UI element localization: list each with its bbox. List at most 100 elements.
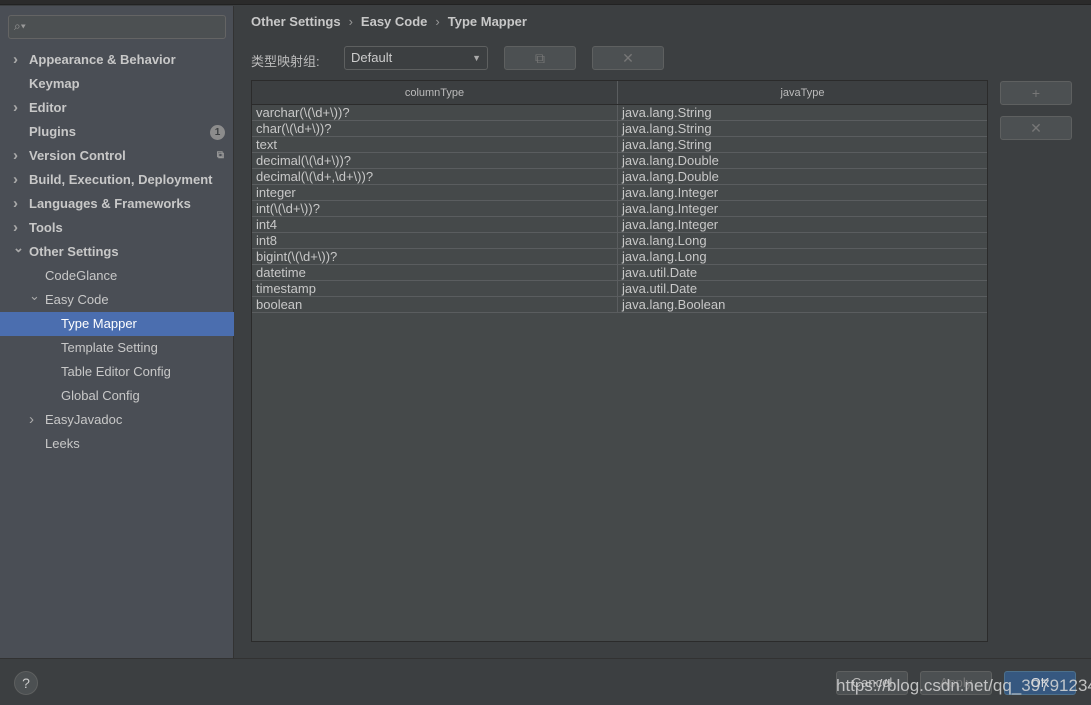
chevron-right-icon[interactable]: › — [13, 96, 18, 120]
java-type-cell[interactable]: java.lang.Double — [618, 153, 987, 168]
chevron-down-icon[interactable]: ⌄ — [29, 284, 40, 308]
copy-icon: ⧉ — [535, 50, 545, 66]
column-type-cell[interactable]: datetime — [252, 265, 618, 280]
remove-row-button[interactable]: ✕ — [1000, 116, 1072, 140]
sidebar-item[interactable]: Leeks — [0, 432, 234, 456]
column-type-cell[interactable]: integer — [252, 185, 618, 200]
table-row[interactable]: text java.lang.String — [252, 137, 987, 153]
breadcrumb-item[interactable]: Other Settings — [251, 14, 341, 29]
sidebar-item-label: Editor — [29, 100, 67, 115]
plus-icon: + — [1031, 85, 1041, 101]
java-type-cell[interactable]: java.util.Date — [618, 281, 987, 296]
sidebar-item[interactable]: › Version Control ⧉ — [0, 144, 234, 168]
java-type-cell[interactable]: java.lang.String — [618, 137, 987, 152]
column-type-cell[interactable]: int(\(\d+\))? — [252, 201, 618, 216]
table-row[interactable]: timestamp java.util.Date — [252, 281, 987, 297]
chevron-down-icon[interactable]: ⌄ — [13, 236, 24, 260]
sidebar-item-label: Appearance & Behavior — [29, 52, 176, 67]
sidebar-item-label: Other Settings — [29, 244, 119, 259]
sidebar-item[interactable]: Keymap — [0, 72, 234, 96]
column-header[interactable]: columnType — [252, 81, 618, 104]
sidebar-item[interactable]: › Build, Execution, Deployment — [0, 168, 234, 192]
table-row[interactable]: int4 java.lang.Integer — [252, 217, 987, 233]
sidebar-item-label: Version Control — [29, 148, 126, 163]
breadcrumb-item[interactable]: Easy Code — [361, 14, 427, 29]
help-button[interactable]: ? — [14, 671, 38, 695]
java-type-cell[interactable]: java.lang.String — [618, 121, 987, 136]
table-row[interactable]: int(\(\d+\))? java.lang.Integer — [252, 201, 987, 217]
java-type-cell[interactable]: java.lang.Double — [618, 169, 987, 184]
sidebar-item-label: Type Mapper — [61, 316, 137, 331]
group-label: 类型映射组: — [251, 54, 320, 69]
update-badge: 1 — [210, 125, 225, 140]
table-row[interactable]: varchar(\(\d+\))? java.lang.String — [252, 105, 987, 121]
sidebar-item[interactable]: ⌄ Easy Code — [0, 288, 234, 312]
column-type-cell[interactable]: text — [252, 137, 618, 152]
chevron-right-icon[interactable]: › — [29, 408, 34, 432]
table-row[interactable]: datetime java.util.Date — [252, 265, 987, 281]
sidebar-item[interactable]: Type Mapper — [0, 312, 234, 336]
close-icon: ✕ — [622, 50, 634, 66]
column-header[interactable]: javaType — [618, 81, 987, 104]
table-row[interactable]: int8 java.lang.Long — [252, 233, 987, 249]
sidebar-item[interactable]: › Languages & Frameworks — [0, 192, 234, 216]
sidebar-item[interactable]: › EasyJavadoc — [0, 408, 234, 432]
java-type-cell[interactable]: java.lang.Integer — [618, 217, 987, 232]
dropdown-arrow-icon: ▼ — [472, 53, 481, 63]
delete-group-button[interactable]: ✕ — [592, 46, 664, 70]
java-type-cell[interactable]: java.lang.String — [618, 105, 987, 120]
sidebar-item-label: Table Editor Config — [61, 364, 171, 379]
table-row[interactable]: bigint(\(\d+\))? java.lang.Long — [252, 249, 987, 265]
sidebar-item[interactable]: Table Editor Config — [0, 360, 234, 384]
chevron-right-icon[interactable]: › — [13, 144, 18, 168]
search-input[interactable]: ⌕▾ — [8, 15, 226, 39]
java-type-cell[interactable]: java.lang.Long — [618, 249, 987, 264]
chevron-right-icon[interactable]: › — [13, 168, 18, 192]
copy-group-button[interactable]: ⧉ — [504, 46, 576, 70]
group-select[interactable]: Default ▼ — [344, 46, 488, 70]
breadcrumb: Other Settings › Easy Code › Type Mapper — [251, 14, 527, 29]
chevron-right-icon: › — [435, 14, 440, 29]
sidebar-item[interactable]: ⌄ Other Settings — [0, 240, 234, 264]
chevron-right-icon[interactable]: › — [13, 48, 18, 72]
sidebar-item[interactable]: Plugins 1 — [0, 120, 234, 144]
copy-icon: ⧉ — [216, 150, 224, 161]
sidebar-item-label: Keymap — [29, 76, 80, 91]
java-type-cell[interactable]: java.lang.Boolean — [618, 297, 987, 312]
sidebar-item[interactable]: › Appearance & Behavior — [0, 48, 234, 72]
sidebar-item[interactable]: Global Config — [0, 384, 234, 408]
column-type-cell[interactable]: int4 — [252, 217, 618, 232]
watermark: https://blog.csdn.net/qq_39791234 — [836, 676, 1091, 695]
table-row[interactable]: char(\(\d+\))? java.lang.String — [252, 121, 987, 137]
column-type-cell[interactable]: varchar(\(\d+\))? — [252, 105, 618, 120]
table-row[interactable]: decimal(\(\d+\))? java.lang.Double — [252, 153, 987, 169]
column-type-cell[interactable]: decimal(\(\d+\))? — [252, 153, 618, 168]
group-value: Default — [351, 50, 393, 65]
add-row-button[interactable]: + — [1000, 81, 1072, 105]
table-header: columnType javaType — [252, 81, 987, 105]
table-row[interactable]: integer java.lang.Integer — [252, 185, 987, 201]
java-type-cell[interactable]: java.lang.Integer — [618, 201, 987, 216]
table-row[interactable]: boolean java.lang.Boolean — [252, 297, 987, 313]
search-icon: ⌕▾ — [14, 19, 26, 33]
java-type-cell[interactable]: java.util.Date — [618, 265, 987, 280]
column-type-cell[interactable]: int8 — [252, 233, 618, 248]
chevron-right-icon[interactable]: › — [13, 192, 18, 216]
sidebar-item[interactable]: › Tools — [0, 216, 234, 240]
sidebar-item-label: Easy Code — [45, 292, 109, 307]
sidebar-item-label: Plugins — [29, 124, 76, 139]
sidebar-item[interactable]: › Editor — [0, 96, 234, 120]
column-type-cell[interactable]: decimal(\(\d+,\d+\))? — [252, 169, 618, 184]
column-type-cell[interactable]: bigint(\(\d+\))? — [252, 249, 618, 264]
java-type-cell[interactable]: java.lang.Integer — [618, 185, 987, 200]
column-type-cell[interactable]: char(\(\d+\))? — [252, 121, 618, 136]
breadcrumb-item: Type Mapper — [447, 14, 527, 29]
close-icon: ✕ — [1030, 120, 1042, 136]
sidebar-item[interactable]: Template Setting — [0, 336, 234, 360]
sidebar-item-label: CodeGlance — [45, 268, 118, 283]
sidebar-item-label: Tools — [29, 220, 63, 235]
table-row[interactable]: decimal(\(\d+,\d+\))? java.lang.Double — [252, 169, 987, 185]
column-type-cell[interactable]: timestamp — [252, 281, 618, 296]
java-type-cell[interactable]: java.lang.Long — [618, 233, 987, 248]
column-type-cell[interactable]: boolean — [252, 297, 618, 312]
